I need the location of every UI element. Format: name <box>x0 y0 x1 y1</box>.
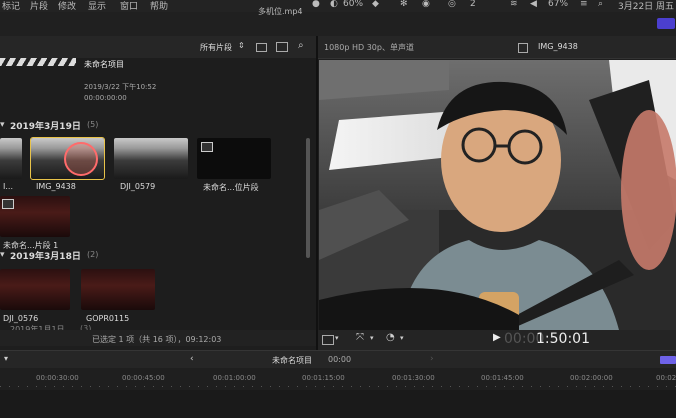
share-button[interactable] <box>657 18 675 29</box>
project-duration: 00:00:00:00 <box>84 94 127 102</box>
clip-filter-label[interactable]: 所有片段 <box>200 42 232 53</box>
timeline-position: 00:00 <box>328 355 352 364</box>
play-icon[interactable]: ▶ <box>493 332 501 343</box>
clip-name: 未命名...位片段 <box>203 183 259 192</box>
clip-thumbnail[interactable] <box>0 138 22 179</box>
title-bar: 多机位.mp4 <box>0 7 676 36</box>
speed-gauge-icon[interactable]: ◔ <box>386 332 395 343</box>
skimmer-highlight-icon <box>64 142 98 176</box>
ruler-tick-label: 00:01:45:00 <box>481 374 524 382</box>
clip-icon <box>518 43 528 53</box>
battery-percent: 60% <box>343 0 364 9</box>
group-count: (2) <box>87 250 99 259</box>
menu-item[interactable]: 帮助 <box>150 0 168 12</box>
sync-icon[interactable]: ◐ <box>330 0 338 9</box>
transform-icon[interactable]: ⤧ <box>356 332 364 343</box>
clip-thumbnail[interactable] <box>81 269 155 310</box>
clip-name: GOPR0115 <box>86 314 130 323</box>
project-name[interactable]: 未命名项目 <box>84 59 124 70</box>
menu-item[interactable]: 窗口 <box>120 0 138 12</box>
clip-thumbnail[interactable] <box>114 138 188 179</box>
filmstrip-view-icon[interactable] <box>276 42 288 52</box>
ruler-tick-label: 00:00:30:00 <box>36 374 79 382</box>
battery-percent-2: 67% <box>548 0 569 9</box>
chevron-down-icon[interactable]: ▾ <box>370 334 374 342</box>
menu-item[interactable]: 显示 <box>88 0 106 12</box>
timeline-track-area[interactable] <box>0 390 676 418</box>
notification-count: 2 <box>470 0 476 9</box>
menu-bar: 标记 片段 修改 显示 窗口 帮助 ● ◐ 60% ◆ ✻ ◉ ◎ 2 ≋ ◀ … <box>0 0 676 12</box>
disclosure-icon[interactable]: ▾ <box>0 250 5 260</box>
wifi-icon[interactable]: ≋ <box>510 0 518 9</box>
timeline-header: ▾ ‹ 未命名项目 00:00 › <box>0 350 676 369</box>
ruler-tick-label: 00:01:00:00 <box>213 374 256 382</box>
audio-meter-icon[interactable] <box>660 356 676 364</box>
timeline-ruler[interactable]: 00:00:30:00 00:00:45:00 00:01:00:00 00:0… <box>0 368 676 390</box>
disclosure-icon[interactable]: ▾ <box>0 120 5 130</box>
search-icon[interactable]: ⌕ <box>298 40 304 51</box>
group-title: 2019年3月18日 <box>10 252 81 262</box>
menu-item[interactable]: 标记 <box>2 0 20 12</box>
viewer-toolbar: 1080p HD 30p、单声道 IMG_9438 <box>318 36 676 59</box>
chevron-down-icon[interactable]: ▾ <box>400 334 404 342</box>
format-label: 1080p HD 30p、单声道 <box>324 43 414 52</box>
pane-divider[interactable] <box>316 36 318 350</box>
control-center-icon[interactable]: ≡ <box>580 0 588 9</box>
clip-name: DJI_0579 <box>120 182 156 191</box>
clip-browser: 未命名项目 2019/3/22 下午10:52 00:00:00:00 ▾ 20… <box>0 58 316 334</box>
project-date: 2019/3/22 下午10:52 <box>84 83 157 91</box>
multicam-icon <box>201 142 213 152</box>
ruler-tick-label: 00:02:15:00 <box>656 374 676 382</box>
ruler-tick-label: 00:01:30:00 <box>392 374 435 382</box>
timecode-display: 1:50:01 <box>536 331 590 347</box>
forward-chevron-icon[interactable]: › <box>430 354 434 364</box>
volume-icon[interactable]: ◀ <box>530 0 537 9</box>
search-icon[interactable]: ⌕ <box>598 0 603 9</box>
wechat-icon[interactable]: ◎ <box>448 0 456 9</box>
viewer-controls: ▾ ⤧ ▾ ◔ ▾ ▶ 00:00 1:50:01 <box>318 330 676 350</box>
selection-status: 已选定 1 项（共 16 项），09:12:03 <box>92 335 222 344</box>
app-icon[interactable]: ◉ <box>422 0 430 9</box>
group-title: 2019年3月19日 <box>10 122 81 132</box>
browser-status-bar: 已选定 1 项（共 16 项），09:12:03 <box>0 330 316 346</box>
menu-item[interactable]: 片段 <box>30 0 48 12</box>
ruler-tick-label: 00:02:00:00 <box>570 374 613 382</box>
chevron-down-icon[interactable]: ▾ <box>4 354 8 363</box>
video-frame <box>319 60 676 330</box>
group-count: (5) <box>87 120 99 129</box>
app-icon[interactable]: ◆ <box>372 0 379 9</box>
back-chevron-icon[interactable]: ‹ <box>190 354 194 364</box>
ruler-ticks <box>0 386 676 387</box>
window-title: 多机位.mp4 <box>258 7 303 16</box>
chevron-down-icon[interactable]: ▾ <box>335 334 339 342</box>
ruler-tick-label: 00:01:15:00 <box>302 374 345 382</box>
clip-thumbnail-multicam[interactable] <box>0 196 70 237</box>
clip-name: IMG_9438 <box>36 182 76 191</box>
project-clapper-icon <box>0 58 76 66</box>
app-icon[interactable]: ✻ <box>400 0 408 9</box>
clip-thumbnail[interactable] <box>0 269 70 310</box>
browser-toolbar: 所有片段 ⇕ ⌕ <box>0 36 316 59</box>
clip-thumbnail-multicam[interactable] <box>197 138 271 179</box>
list-view-icon[interactable] <box>256 43 267 52</box>
view-options-icon[interactable] <box>322 335 334 345</box>
clip-name: I... <box>3 182 13 191</box>
multicam-icon <box>2 199 14 209</box>
chevron-updown-icon[interactable]: ⇕ <box>238 41 245 50</box>
scrollbar[interactable] <box>306 138 310 258</box>
clip-name: DJI_0576 <box>3 314 39 323</box>
clip-thumbnail-selected[interactable] <box>30 137 105 180</box>
viewer-clip-name: IMG_9438 <box>538 42 578 51</box>
video-viewer[interactable] <box>319 60 676 330</box>
timeline-project-name: 未命名项目 <box>272 356 312 365</box>
clock-text: 3月22日 周五 <box>618 2 675 12</box>
menu-item[interactable]: 修改 <box>58 0 76 12</box>
ruler-tick-label: 00:00:45:00 <box>122 374 165 382</box>
record-icon[interactable]: ● <box>312 0 320 9</box>
